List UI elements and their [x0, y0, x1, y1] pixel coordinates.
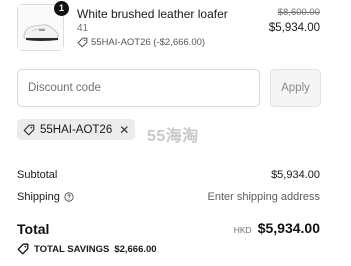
total-value: $5,934.00 [257, 220, 320, 236]
apply-button[interactable]: Apply [270, 69, 321, 107]
original-price: $8,600.00 [277, 7, 320, 18]
shipping-row-label: Shipping [17, 191, 74, 203]
product-variant: 41 [77, 23, 89, 34]
question-circle-icon[interactable] [64, 192, 74, 202]
shipping-label: Shipping [17, 191, 60, 203]
savings-label: TOTAL SAVINGS [34, 243, 110, 255]
item-discount-label: 55HAI-AOT26 (-$2,666.00) [91, 37, 206, 48]
subtotal-value: $5,934.00 [271, 169, 320, 181]
currency-code: HKD [233, 225, 252, 235]
tag-icon [17, 243, 29, 255]
product-title: White brushed leather loafer [77, 7, 228, 21]
tag-icon [77, 37, 88, 48]
applied-discount-tag: 55HAI-AOT26 ✕ [17, 119, 136, 140]
total-savings: TOTAL SAVINGS $2,666.00 [17, 243, 157, 255]
tag-icon [23, 124, 35, 135]
discount-code-input[interactable] [17, 69, 260, 107]
applied-discount-code: 55HAI-AOT26 [40, 123, 113, 136]
item-discount: 55HAI-AOT26 (-$2,666.00) [77, 37, 205, 48]
close-icon[interactable]: ✕ [119, 124, 129, 136]
subtotal-label: Subtotal [17, 169, 58, 181]
quantity-badge: 1 [54, 1, 69, 16]
item-price: $5,934.00 [268, 22, 320, 34]
total-amount: HKD $5,934.00 [234, 220, 320, 236]
shipping-value: Enter shipping address [207, 191, 320, 203]
total-label: Total [17, 221, 50, 237]
watermark: 55海淘 [147, 128, 199, 145]
savings-value: $2,666.00 [114, 243, 157, 255]
